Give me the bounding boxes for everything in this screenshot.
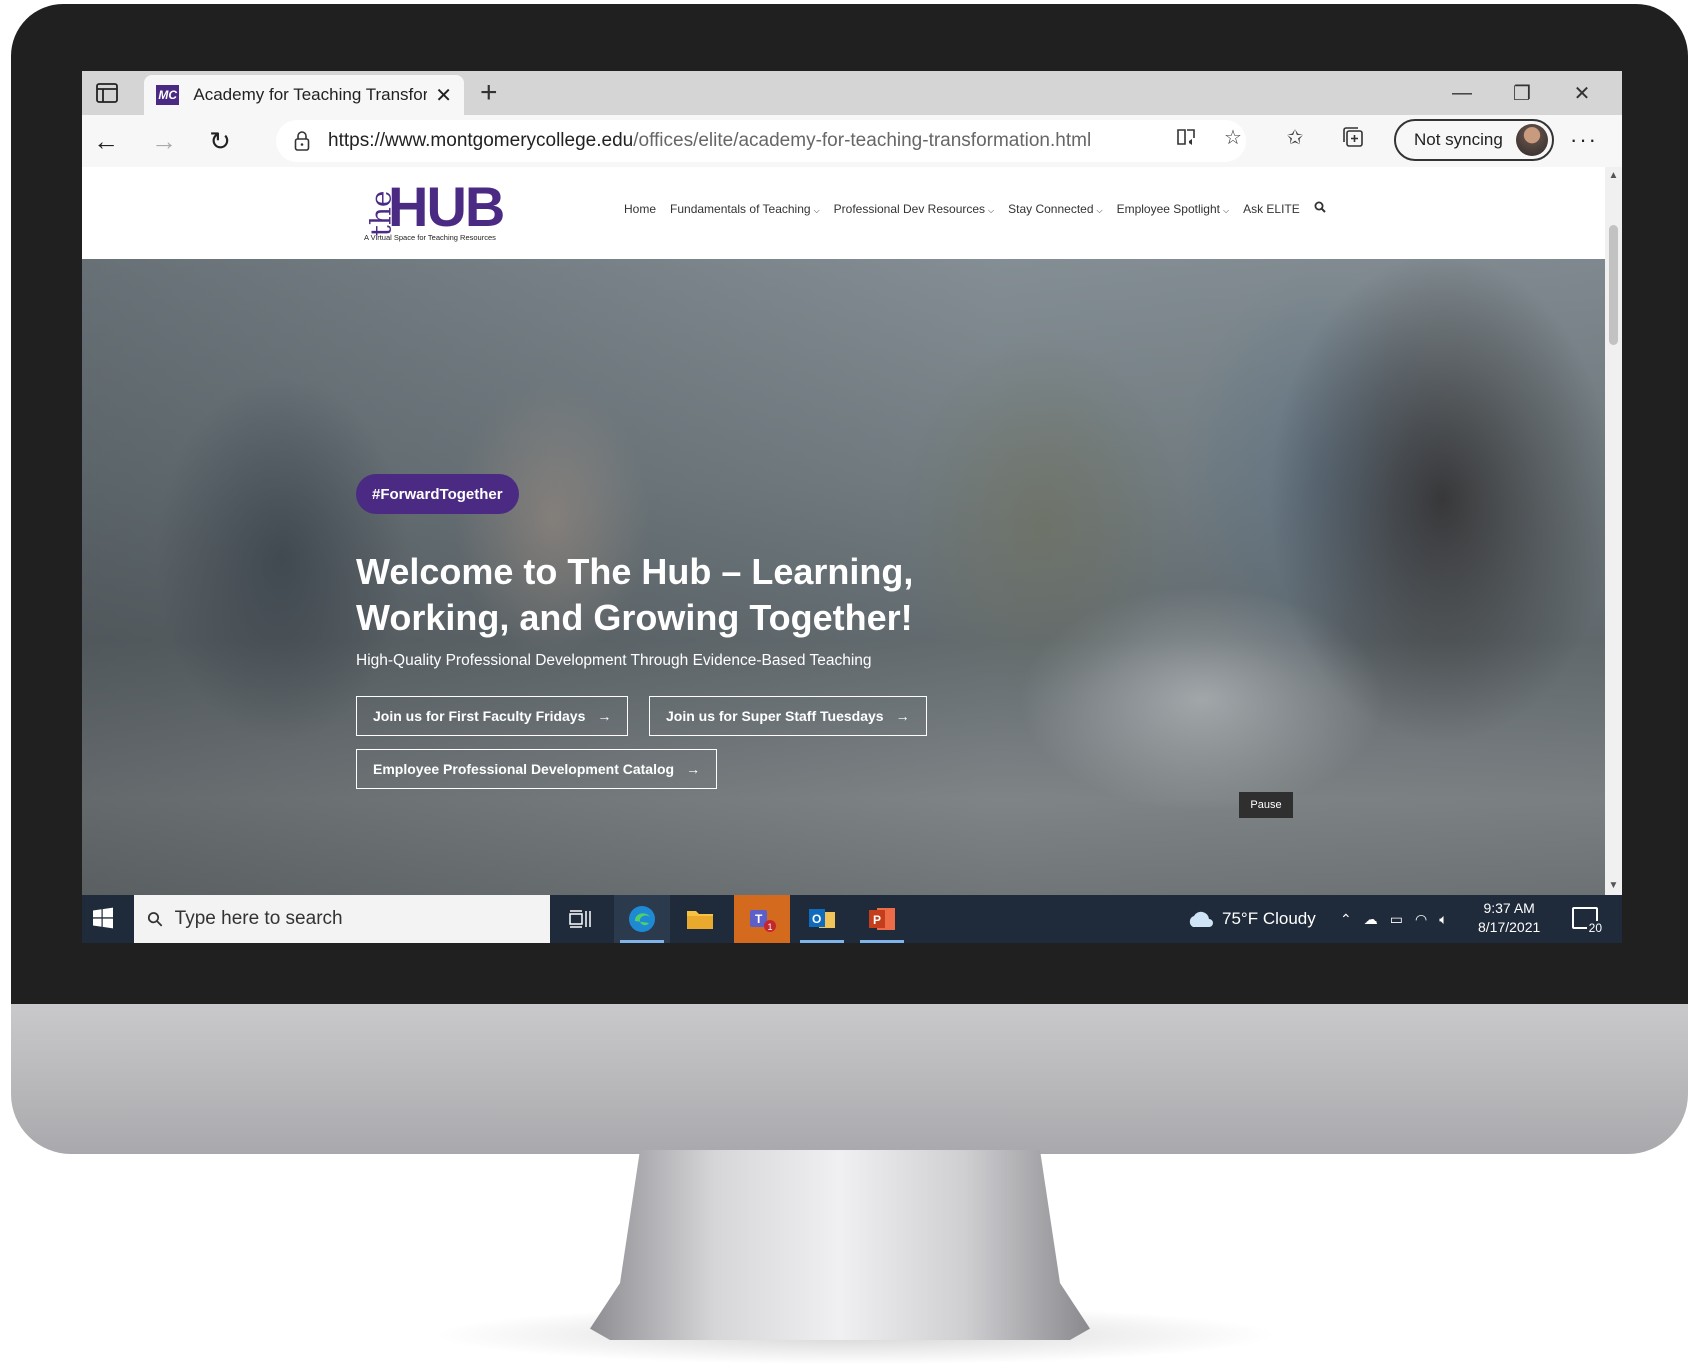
arrow-right-icon: →: [895, 708, 910, 724]
web-page: the HUB A Virtual Space for Teaching Res…: [82, 167, 1605, 895]
taskbar-search[interactable]: ⚲ Type here to search: [134, 895, 550, 943]
hashtag-badge: #ForwardTogether: [356, 474, 519, 514]
profile-sync-button[interactable]: Not syncing: [1394, 119, 1554, 161]
notification-icon[interactable]: 20: [1572, 907, 1604, 935]
weather-widget[interactable]: 75°F Cloudy: [1186, 895, 1316, 943]
arrow-right-icon: →: [686, 761, 701, 777]
tab-title: Academy for Teaching Transform: [193, 85, 428, 104]
back-icon[interactable]: ←: [86, 121, 126, 161]
logo-hub-text: HUB: [388, 175, 505, 238]
arrow-right-icon: →: [597, 708, 612, 724]
scroll-down-icon[interactable]: ▼: [1608, 881, 1619, 891]
weather-text: 75°F Cloudy: [1222, 909, 1316, 928]
lock-icon: [294, 131, 310, 151]
nav-fundamentals[interactable]: Fundamentals of Teaching ⌵: [670, 202, 820, 216]
outlook-icon[interactable]: O: [794, 895, 850, 943]
clock[interactable]: 9:37 AM 8/17/2021: [1478, 899, 1540, 937]
notification-count: 20: [1586, 921, 1604, 935]
browser-toolbar: ← → ↻ https://www.montgomerycollege.edu/…: [82, 115, 1622, 167]
immersive-reader-icon[interactable]: [1172, 123, 1202, 151]
restore-icon[interactable]: ❐: [1492, 77, 1552, 109]
add-favorite-icon[interactable]: ☆: [1218, 123, 1248, 151]
mc-favicon-icon: MC: [156, 85, 180, 105]
volume-icon[interactable]: 🔈︎: [1439, 911, 1447, 928]
hub-logo[interactable]: the HUB A Virtual Space for Teaching Res…: [360, 175, 505, 243]
favorites-icon[interactable]: ✩: [1280, 123, 1310, 151]
scroll-up-icon[interactable]: ▲: [1608, 171, 1619, 181]
cloud-icon: [1189, 911, 1213, 927]
forward-icon[interactable]: →: [144, 121, 184, 161]
address-bar[interactable]: https://www.montgomerycollege.edu/office…: [276, 120, 1246, 162]
file-explorer-icon[interactable]: [672, 895, 728, 943]
system-tray: ⌃ ☁ ▭ ◠ 🔈︎: [1340, 895, 1448, 943]
sync-label: Not syncing: [1414, 130, 1503, 149]
windows-start-icon[interactable]: [92, 907, 114, 929]
powerpoint-icon[interactable]: P: [854, 895, 910, 943]
nav-ask-elite[interactable]: Ask ELITE: [1243, 202, 1300, 216]
monitor-chin: [11, 1004, 1688, 1154]
tab-strip: MC Academy for Teaching Transform ✕ + — …: [82, 71, 1622, 115]
battery-icon[interactable]: ▭: [1390, 911, 1403, 928]
nav-stay-connected[interactable]: Stay Connected ⌵: [1008, 202, 1102, 216]
hero-subtitle: High-Quality Professional Development Th…: [356, 652, 872, 669]
pause-button[interactable]: Pause: [1239, 792, 1293, 818]
task-view-icon[interactable]: [552, 895, 608, 943]
svg-text:T: T: [755, 912, 763, 926]
svg-text:O: O: [812, 912, 821, 926]
hero-title: Welcome to The Hub – Learning, Working, …: [356, 551, 914, 638]
hero-banner: #ForwardTogether Welcome to The Hub – Le…: [82, 259, 1605, 895]
chevron-up-icon[interactable]: ⌃: [1340, 911, 1352, 928]
svg-text:P: P: [873, 913, 881, 927]
teams-icon[interactable]: T1: [734, 895, 790, 943]
wifi-icon[interactable]: ◠: [1415, 911, 1427, 928]
taskbar: ⚲ Type here to search T1 O P 75°F Cloudy: [82, 895, 1622, 943]
avatar: [1516, 124, 1548, 156]
screen: MC Academy for Teaching Transform ✕ + — …: [82, 71, 1622, 943]
chevron-down-icon: ⌵: [988, 205, 995, 215]
nav-home[interactable]: Home: [624, 202, 656, 216]
new-tab-icon[interactable]: +: [480, 76, 498, 110]
close-window-icon[interactable]: ✕: [1552, 77, 1612, 109]
pd-catalog-button[interactable]: Employee Professional Development Catalo…: [356, 749, 718, 789]
chevron-down-icon: ⌵: [1096, 205, 1103, 215]
scrollbar[interactable]: ▲ ▼: [1605, 167, 1622, 895]
chevron-down-icon: ⌵: [813, 205, 820, 215]
collections-icon[interactable]: [1338, 123, 1368, 151]
site-header: the HUB A Virtual Space for Teaching Res…: [82, 167, 1605, 259]
search-icon[interactable]: [1314, 201, 1326, 216]
close-tab-icon[interactable]: ✕: [435, 83, 452, 108]
edge-app-icon[interactable]: [614, 895, 670, 943]
first-faculty-fridays-button[interactable]: Join us for First Faculty Fridays →: [356, 696, 629, 736]
onedrive-icon[interactable]: ☁: [1364, 911, 1378, 928]
url-text: https://www.montgomerycollege.edu/office…: [328, 130, 1092, 151]
super-staff-tuesdays-button[interactable]: Join us for Super Staff Tuesdays →: [649, 696, 927, 736]
scroll-thumb[interactable]: [1609, 225, 1618, 345]
logo-tagline: A Virtual Space for Teaching Resources: [364, 233, 496, 242]
teams-badge-count: 1: [768, 922, 773, 932]
nav-employee-spotlight[interactable]: Employee Spotlight ⌵: [1117, 202, 1229, 216]
monitor-stand: [590, 1150, 1090, 1340]
chevron-down-icon: ⌵: [1223, 205, 1230, 215]
minimize-icon[interactable]: —: [1432, 77, 1492, 109]
nav-professional-dev[interactable]: Professional Dev Resources ⌵: [834, 202, 994, 216]
tab-actions-icon[interactable]: [92, 79, 122, 107]
search-icon: ⚲: [142, 906, 169, 933]
tab-active[interactable]: MC Academy for Teaching Transform ✕: [144, 75, 464, 115]
more-options-icon[interactable]: ···: [1570, 127, 1598, 153]
clock-time: 9:37 AM: [1483, 900, 1535, 916]
refresh-icon[interactable]: ↻: [200, 121, 240, 161]
clock-date: 8/17/2021: [1478, 919, 1541, 935]
search-placeholder: Type here to search: [174, 908, 343, 929]
main-nav: Home Fundamentals of Teaching ⌵ Professio…: [624, 201, 1326, 216]
